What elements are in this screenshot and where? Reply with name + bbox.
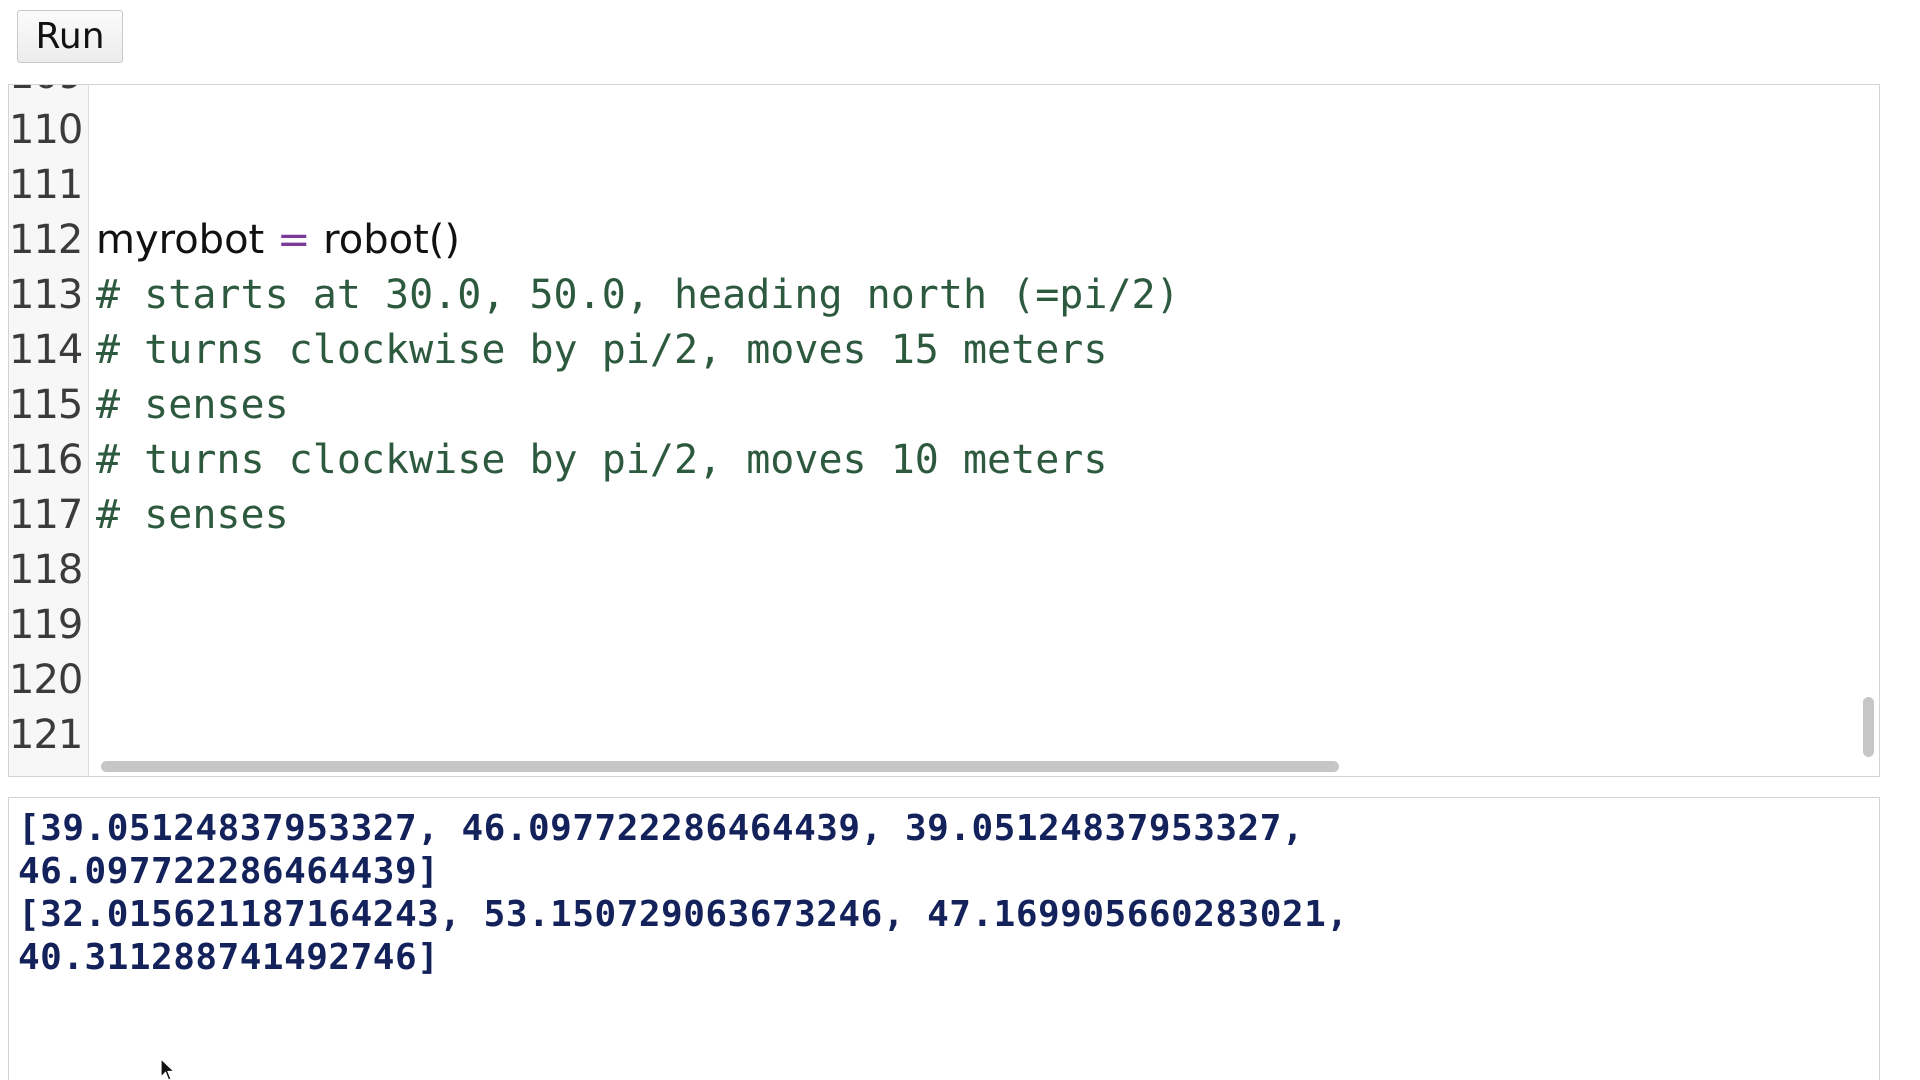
output-line: [39.05124837953327, 46.097722286464439, … <box>18 808 1305 849</box>
code-token: robot() <box>310 217 460 263</box>
line-number: 110 <box>9 107 83 153</box>
line-number: 112 <box>9 217 83 263</box>
code-line[interactable] <box>96 543 1180 598</box>
code-line[interactable]: # senses <box>96 378 1180 433</box>
code-area[interactable]: myrobot = robot() # starts at 30.0, 50.0,… <box>96 85 1855 776</box>
line-number: 117 <box>9 492 83 538</box>
code-comment: # senses <box>96 492 289 538</box>
code-line[interactable]: # turns clockwise by pi/2, moves 15 mete… <box>96 323 1180 378</box>
code-comment: # turns clockwise by pi/2, moves 15 mete… <box>96 327 1108 373</box>
code-comment: # starts at 30.0, 50.0, heading north (=… <box>96 272 1180 318</box>
code-line[interactable] <box>96 653 1180 708</box>
output-line: 40.311288741492746] <box>18 937 440 978</box>
code-editor[interactable]: 109110111112113114115116117118119120121 … <box>8 84 1880 777</box>
code-operator: = <box>276 217 311 263</box>
code-line[interactable] <box>96 158 1180 213</box>
line-number: 119 <box>9 602 83 648</box>
line-number: 116 <box>9 437 83 483</box>
line-number: 114 <box>9 327 83 373</box>
code-comment: # senses <box>96 382 289 428</box>
code-line[interactable]: # senses <box>96 488 1180 543</box>
output-line: [32.015621187164243, 53.150729063673246,… <box>18 894 1349 935</box>
line-number: 113 <box>9 272 83 318</box>
output-console: [39.05124837953327, 46.097722286464439, … <box>8 797 1880 1080</box>
code-line[interactable] <box>96 85 1180 103</box>
vertical-scroll-thumb[interactable] <box>1863 697 1874 757</box>
code-line[interactable]: myrobot = robot() <box>96 213 1180 268</box>
line-number: 121 <box>9 712 83 758</box>
line-number: 118 <box>9 547 83 593</box>
line-number-gutter: 109 110 111 112 113 114 115 116 117 118 119 120 121 <box>9 85 89 776</box>
line-number: 109 <box>9 85 88 103</box>
line-number: 111 <box>9 162 83 208</box>
code-line[interactable] <box>96 103 1180 158</box>
code-line[interactable]: # turns clockwise by pi/2, moves 10 mete… <box>96 433 1180 488</box>
run-button[interactable]: Run <box>17 10 123 63</box>
horizontal-scrollbar[interactable] <box>91 758 1855 774</box>
horizontal-scroll-thumb[interactable] <box>101 761 1339 772</box>
code-line[interactable] <box>96 708 1180 763</box>
mouse-pointer-icon <box>160 1058 176 1080</box>
vertical-scrollbar[interactable] <box>1860 85 1876 776</box>
code-line[interactable]: # starts at 30.0, 50.0, heading north (=… <box>96 268 1180 323</box>
code-comment: # turns clockwise by pi/2, moves 10 mete… <box>96 437 1108 483</box>
code-token: myrobot <box>96 217 277 263</box>
code-line[interactable] <box>96 598 1180 653</box>
line-number: 120 <box>9 657 83 703</box>
output-line: 46.097722286464439] <box>18 851 440 892</box>
line-number: 115 <box>9 382 83 428</box>
